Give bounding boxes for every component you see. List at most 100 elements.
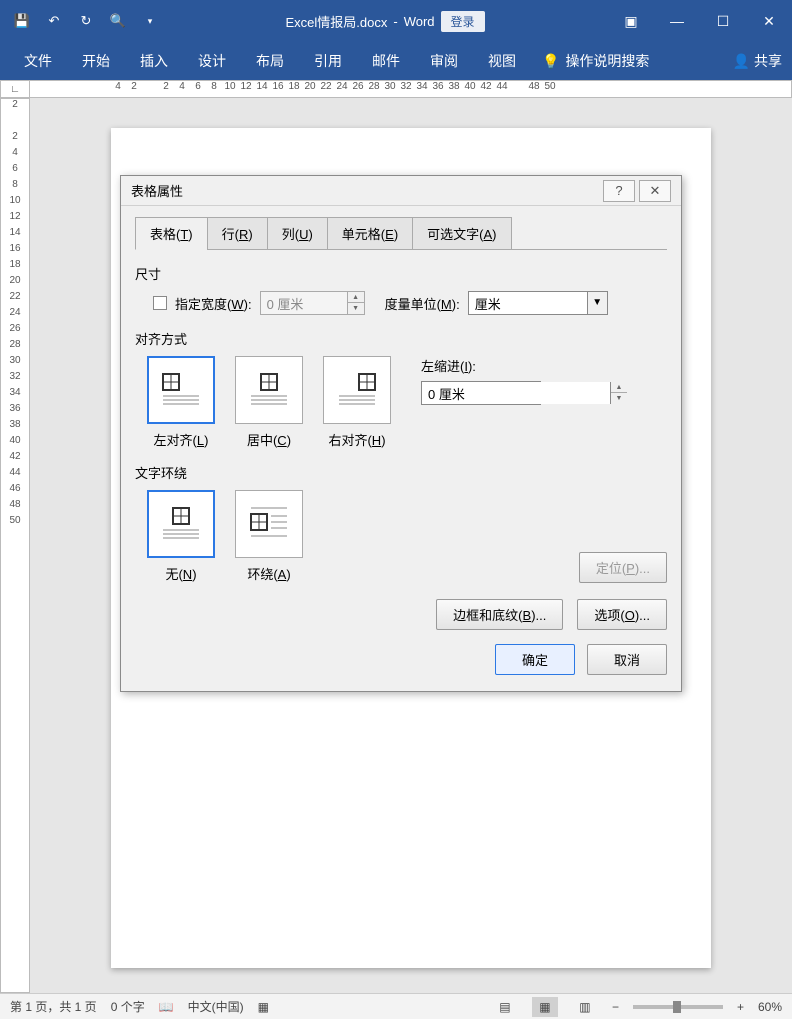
word-count[interactable]: 0 个字 — [111, 998, 145, 1015]
align-center-option[interactable]: 居中(C) — [235, 356, 303, 449]
indent-input[interactable] — [422, 382, 610, 404]
spin-up-icon[interactable]: ▲ — [348, 292, 364, 303]
login-button[interactable]: 登录 — [441, 11, 485, 32]
indent-spinner[interactable]: ▲▼ — [421, 381, 541, 405]
tab-design[interactable]: 设计 — [184, 45, 240, 77]
align-center-label: 居中(C) — [247, 433, 291, 448]
tell-me-label: 操作说明搜索 — [565, 51, 649, 71]
alignment-row: 左对齐(L) 居中(C) 右对齐(H) 左缩进(I): ▲▼ — [135, 356, 667, 449]
align-left-label: 左对齐(L) — [154, 433, 209, 448]
align-left-icon[interactable] — [147, 356, 215, 424]
ribbon-options-icon[interactable]: ▣ — [608, 0, 654, 42]
save-icon[interactable]: 💾 — [8, 7, 36, 35]
mid-button-row: 边框和底纹(B)... 选项(O)... — [135, 599, 667, 630]
zoom-out-icon[interactable]: − — [612, 1000, 619, 1014]
wrap-section-label: 文字环绕 — [135, 463, 667, 482]
tab-mailings[interactable]: 邮件 — [358, 45, 414, 77]
cancel-button[interactable]: 取消 — [587, 644, 667, 675]
preferred-width-checkbox[interactable] — [153, 296, 167, 310]
qat-dropdown-icon[interactable]: ▾ — [136, 7, 164, 35]
close-icon[interactable]: ✕ — [746, 0, 792, 42]
lightbulb-icon: 💡 — [542, 53, 559, 70]
tab-home[interactable]: 开始 — [68, 45, 124, 77]
unit-value: 厘米 — [469, 294, 587, 313]
status-bar: 第 1 页，共 1 页 0 个字 📖 中文(中国) ▦ ▤ ▦ ▥ − + 60… — [0, 993, 792, 1019]
measure-unit-label: 度量单位(M): — [385, 294, 460, 313]
wrap-around-icon[interactable] — [235, 490, 303, 558]
undo-icon[interactable]: ↶ — [40, 7, 68, 35]
page-indicator[interactable]: 第 1 页，共 1 页 — [10, 998, 97, 1015]
wrap-row: 无(N) 环绕(A) 定位(P)... — [135, 490, 667, 583]
print-layout-icon[interactable]: ▦ — [532, 997, 558, 1017]
unit-combo[interactable]: 厘米 ▼ — [468, 291, 608, 315]
width-input[interactable] — [261, 294, 347, 313]
chevron-down-icon[interactable]: ▼ — [587, 292, 607, 314]
tab-view[interactable]: 视图 — [474, 45, 530, 77]
title-bar: 💾 ↶ ↻ 🔍 ▾ Excel情报局.docx - Word 登录 ▣ — ☐ … — [0, 0, 792, 42]
width-spinner[interactable]: ▲▼ — [260, 291, 365, 315]
tab-column[interactable]: 列(U) — [267, 217, 328, 250]
redo-icon[interactable]: ↻ — [72, 7, 100, 35]
tab-table[interactable]: 表格(T) — [135, 217, 208, 250]
vertical-ruler[interactable]: 2246810121416182022242628303234363840424… — [0, 98, 30, 993]
ruler-corner: ∟ — [0, 80, 30, 98]
dialog-titlebar[interactable]: 表格属性 ? ✕ — [121, 176, 681, 206]
web-layout-icon[interactable]: ▥ — [572, 997, 598, 1017]
tab-cell[interactable]: 单元格(E) — [327, 217, 413, 250]
tell-me-search[interactable]: 💡 操作说明搜索 — [542, 51, 649, 71]
tab-row[interactable]: 行(R) — [207, 217, 268, 250]
ribbon-tabs: 文件 开始 插入 设计 布局 引用 邮件 审阅 视图 💡 操作说明搜索 👤 共享 — [0, 42, 792, 80]
tab-references[interactable]: 引用 — [300, 45, 356, 77]
share-button[interactable]: 👤 共享 — [733, 51, 782, 71]
spin-down-icon[interactable]: ▼ — [611, 393, 627, 404]
size-section-label: 尺寸 — [135, 264, 667, 283]
app-name: Word — [404, 14, 435, 29]
tab-alt-text[interactable]: 可选文字(A) — [412, 217, 511, 250]
tab-insert[interactable]: 插入 — [126, 45, 182, 77]
window-controls: ▣ — ☐ ✕ — [608, 0, 792, 42]
positioning-button: 定位(P)... — [579, 552, 667, 583]
spellcheck-icon[interactable]: 📖 — [159, 1000, 174, 1014]
horizontal-ruler-row: ∟ 42246810121416182022242628303234363840… — [0, 80, 792, 98]
share-icon: 👤 — [733, 53, 750, 70]
language-indicator[interactable]: 中文(中国) — [188, 998, 244, 1015]
maximize-icon[interactable]: ☐ — [700, 0, 746, 42]
wrap-none-icon[interactable] — [147, 490, 215, 558]
align-right-option[interactable]: 右对齐(H) — [323, 356, 391, 449]
close-icon[interactable]: ✕ — [639, 180, 671, 202]
alignment-section-label: 对齐方式 — [135, 329, 667, 348]
quick-access-toolbar: 💾 ↶ ↻ 🔍 ▾ — [0, 7, 172, 35]
spin-up-icon[interactable]: ▲ — [611, 382, 627, 393]
macro-icon[interactable]: ▦ — [258, 1000, 269, 1014]
borders-shading-button[interactable]: 边框和底纹(B)... — [436, 599, 563, 630]
horizontal-ruler[interactable]: 4224681012141618202224262830323436384042… — [30, 80, 792, 98]
wrap-none-label: 无(N) — [165, 567, 196, 582]
align-center-icon[interactable] — [235, 356, 303, 424]
share-label: 共享 — [754, 51, 782, 71]
wrap-none-option[interactable]: 无(N) — [147, 490, 215, 583]
ok-button[interactable]: 确定 — [495, 644, 575, 675]
preview-icon[interactable]: 🔍 — [104, 7, 132, 35]
table-properties-dialog: 表格属性 ? ✕ 表格(T) 行(R) 列(U) 单元格(E) 可选文字(A) … — [120, 175, 682, 692]
indent-column: 左缩进(I): ▲▼ — [421, 356, 541, 405]
help-icon[interactable]: ? — [603, 180, 635, 202]
read-mode-icon[interactable]: ▤ — [492, 997, 518, 1017]
options-button[interactable]: 选项(O)... — [577, 599, 667, 630]
align-left-option[interactable]: 左对齐(L) — [147, 356, 215, 449]
dialog-title: 表格属性 — [131, 181, 599, 200]
zoom-slider[interactable] — [633, 1005, 723, 1009]
align-right-icon[interactable] — [323, 356, 391, 424]
spin-down-icon[interactable]: ▼ — [348, 303, 364, 314]
zoom-in-icon[interactable]: + — [737, 1000, 744, 1014]
tab-file[interactable]: 文件 — [10, 45, 66, 77]
tab-review[interactable]: 审阅 — [416, 45, 472, 77]
size-row: 指定宽度(W): ▲▼ 度量单位(M): 厘米 ▼ — [135, 291, 667, 315]
minimize-icon[interactable]: — — [654, 0, 700, 42]
dialog-tabstrip: 表格(T) 行(R) 列(U) 单元格(E) 可选文字(A) — [135, 216, 667, 250]
tab-layout[interactable]: 布局 — [242, 45, 298, 77]
window-title: Excel情报局.docx - Word 登录 — [172, 11, 598, 32]
indent-label: 左缩进(I): — [421, 356, 541, 375]
wrap-around-option[interactable]: 环绕(A) — [235, 490, 303, 583]
document-name: Excel情报局.docx — [285, 12, 387, 31]
zoom-level[interactable]: 60% — [758, 1000, 782, 1014]
